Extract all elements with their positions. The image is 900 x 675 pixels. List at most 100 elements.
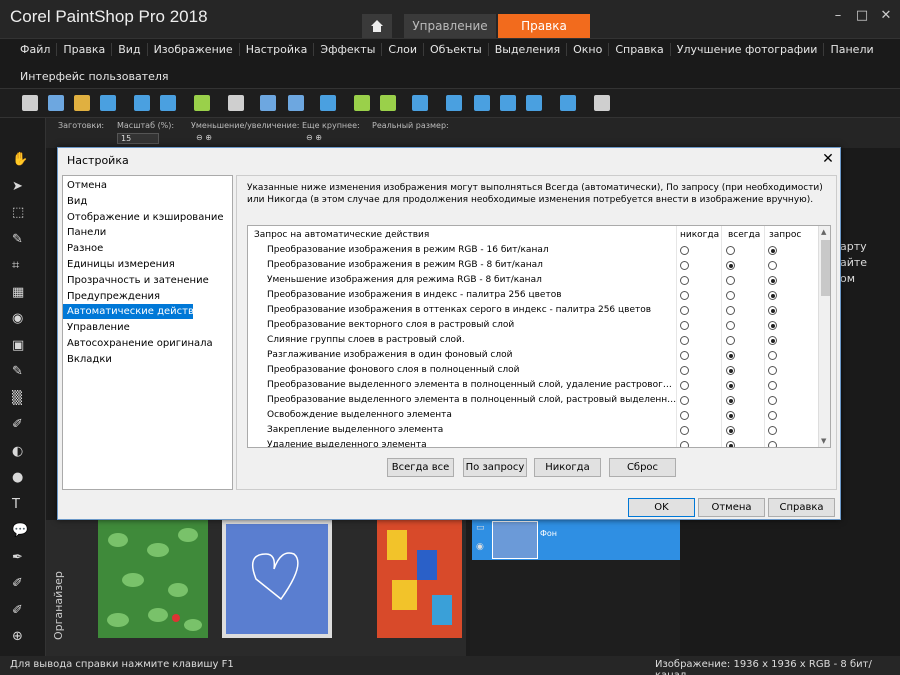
save-as-icon[interactable] bbox=[160, 95, 176, 111]
radio-always[interactable] bbox=[726, 291, 735, 300]
column-header-always[interactable]: всегда bbox=[728, 228, 760, 242]
pan-icon[interactable]: ✋ bbox=[12, 152, 28, 168]
reset-button[interactable]: Сброс bbox=[609, 458, 676, 477]
menu-item[interactable]: Панели bbox=[823, 43, 879, 56]
table-scrollbar[interactable]: ▲ ▼ bbox=[818, 226, 830, 447]
radio-always[interactable] bbox=[726, 246, 735, 255]
crop-icon[interactable] bbox=[320, 95, 336, 111]
radio-always[interactable] bbox=[726, 396, 735, 405]
tab-manage[interactable]: Управление bbox=[404, 14, 496, 38]
menu-item[interactable]: Настройка bbox=[238, 43, 314, 56]
menu-item[interactable]: Интерфейс пользователя bbox=[14, 70, 175, 83]
radio-never[interactable] bbox=[680, 411, 689, 420]
radio-never[interactable] bbox=[680, 246, 689, 255]
radio-never[interactable] bbox=[680, 336, 689, 345]
radio-always[interactable] bbox=[726, 366, 735, 375]
radio-prompt[interactable] bbox=[768, 441, 777, 447]
radio-prompt[interactable] bbox=[768, 336, 777, 345]
radio-prompt[interactable] bbox=[768, 276, 777, 285]
radio-always[interactable] bbox=[726, 321, 735, 330]
zoom-fit-icon[interactable] bbox=[560, 95, 576, 111]
menu-item[interactable]: Улучшение фотографии bbox=[669, 43, 824, 56]
column-header-action[interactable]: Запрос на автоматические действия bbox=[254, 228, 429, 242]
column-header-never[interactable]: никогда bbox=[680, 228, 719, 242]
radio-prompt[interactable] bbox=[768, 351, 777, 360]
preferences-nav-item[interactable]: Автосохранение оригинала bbox=[63, 336, 232, 351]
radio-always[interactable] bbox=[726, 261, 735, 270]
menu-item[interactable]: Файл bbox=[14, 43, 56, 56]
speech-shape-icon[interactable]: 💬 bbox=[12, 523, 28, 539]
zoom-in-icon[interactable] bbox=[526, 95, 542, 111]
layer-row-background[interactable]: ▭ ◉ bbox=[472, 520, 680, 560]
radio-prompt[interactable] bbox=[768, 396, 777, 405]
radio-always[interactable] bbox=[726, 381, 735, 390]
radio-never[interactable] bbox=[680, 261, 689, 270]
scroll-down-icon[interactable]: ▼ bbox=[821, 437, 826, 445]
warp-icon[interactable]: ✐ bbox=[12, 576, 28, 592]
crop-tool-icon[interactable]: ⌗ bbox=[12, 258, 28, 274]
print-icon[interactable] bbox=[228, 95, 244, 111]
preferences-nav-item[interactable]: Разное bbox=[63, 241, 232, 256]
preferences-nav-item[interactable]: Вид bbox=[63, 194, 232, 209]
menu-item[interactable]: Эффекты bbox=[313, 43, 381, 56]
zoom-input[interactable]: 15 bbox=[117, 133, 159, 144]
home-tab[interactable] bbox=[362, 14, 392, 38]
radio-prompt[interactable] bbox=[768, 321, 777, 330]
pen-icon[interactable]: ✒ bbox=[12, 550, 28, 566]
dropper-icon[interactable]: ✎ bbox=[12, 232, 28, 248]
menu-item[interactable]: Справка bbox=[608, 43, 669, 56]
pick-icon[interactable]: ➤ bbox=[12, 179, 28, 195]
radio-prompt[interactable] bbox=[768, 381, 777, 390]
brush-icon[interactable]: ✎ bbox=[12, 364, 28, 380]
undo-icon[interactable] bbox=[260, 95, 276, 111]
menu-item[interactable]: Вид bbox=[111, 43, 146, 56]
thumbnail-heart[interactable] bbox=[222, 520, 332, 638]
maximize-button[interactable]: □ bbox=[852, 8, 872, 26]
menu-item[interactable]: Выделения bbox=[487, 43, 566, 56]
radio-never[interactable] bbox=[680, 351, 689, 360]
menu-item[interactable]: Окно bbox=[566, 43, 608, 56]
rotate-left-icon[interactable] bbox=[354, 95, 370, 111]
radio-always[interactable] bbox=[726, 351, 735, 360]
menu-item[interactable]: Правка bbox=[56, 43, 111, 56]
zoom-out-icon[interactable] bbox=[500, 95, 516, 111]
menu-item[interactable]: Слои bbox=[381, 43, 423, 56]
close-window-button[interactable]: ✕ bbox=[876, 8, 896, 26]
always-all-button[interactable]: Всегда все bbox=[387, 458, 454, 477]
preferences-nav-item[interactable]: Единицы измерения bbox=[63, 257, 232, 272]
column-header-prompt[interactable]: запрос bbox=[769, 228, 801, 242]
smudge-icon[interactable]: ✐ bbox=[12, 603, 28, 619]
preferences-nav-item[interactable]: Предупреждения bbox=[63, 289, 232, 304]
radio-never[interactable] bbox=[680, 426, 689, 435]
preferences-nav-item[interactable]: Отображение и кэширование bbox=[63, 210, 232, 225]
makeover-icon[interactable]: ▣ bbox=[12, 338, 28, 354]
radio-never[interactable] bbox=[680, 441, 689, 447]
radio-always[interactable] bbox=[726, 336, 735, 345]
never-button[interactable]: Никогда bbox=[534, 458, 601, 477]
radio-always[interactable] bbox=[726, 441, 735, 447]
radio-never[interactable] bbox=[680, 396, 689, 405]
thumbnail-leaves[interactable] bbox=[98, 520, 208, 638]
zoom-more-icon[interactable]: ⊖ ⊕ bbox=[306, 133, 322, 144]
radio-always[interactable] bbox=[726, 411, 735, 420]
radio-never[interactable] bbox=[680, 366, 689, 375]
share-icon[interactable] bbox=[194, 95, 210, 111]
minimize-button[interactable]: – bbox=[828, 8, 848, 26]
menu-item[interactable]: Изображение bbox=[146, 43, 239, 56]
preferences-nav-item[interactable]: Автоматические действия bbox=[63, 304, 206, 320]
radio-always[interactable] bbox=[726, 426, 735, 435]
radio-prompt[interactable] bbox=[768, 306, 777, 315]
scroll-thumb[interactable] bbox=[821, 240, 830, 296]
open-icon[interactable] bbox=[74, 95, 90, 111]
dialog-close-icon[interactable]: ✕ bbox=[820, 151, 836, 167]
menu-item[interactable]: Объекты bbox=[423, 43, 488, 56]
new-icon[interactable] bbox=[22, 95, 38, 111]
scan-icon[interactable] bbox=[100, 95, 116, 111]
radio-prompt[interactable] bbox=[768, 246, 777, 255]
cancel-button[interactable]: Отмена bbox=[698, 498, 765, 517]
scroll-up-icon[interactable]: ▲ bbox=[821, 228, 826, 236]
fit-icon[interactable] bbox=[474, 95, 490, 111]
radio-prompt[interactable] bbox=[768, 426, 777, 435]
radio-never[interactable] bbox=[680, 321, 689, 330]
straighten-icon[interactable]: ▦ bbox=[12, 285, 28, 301]
